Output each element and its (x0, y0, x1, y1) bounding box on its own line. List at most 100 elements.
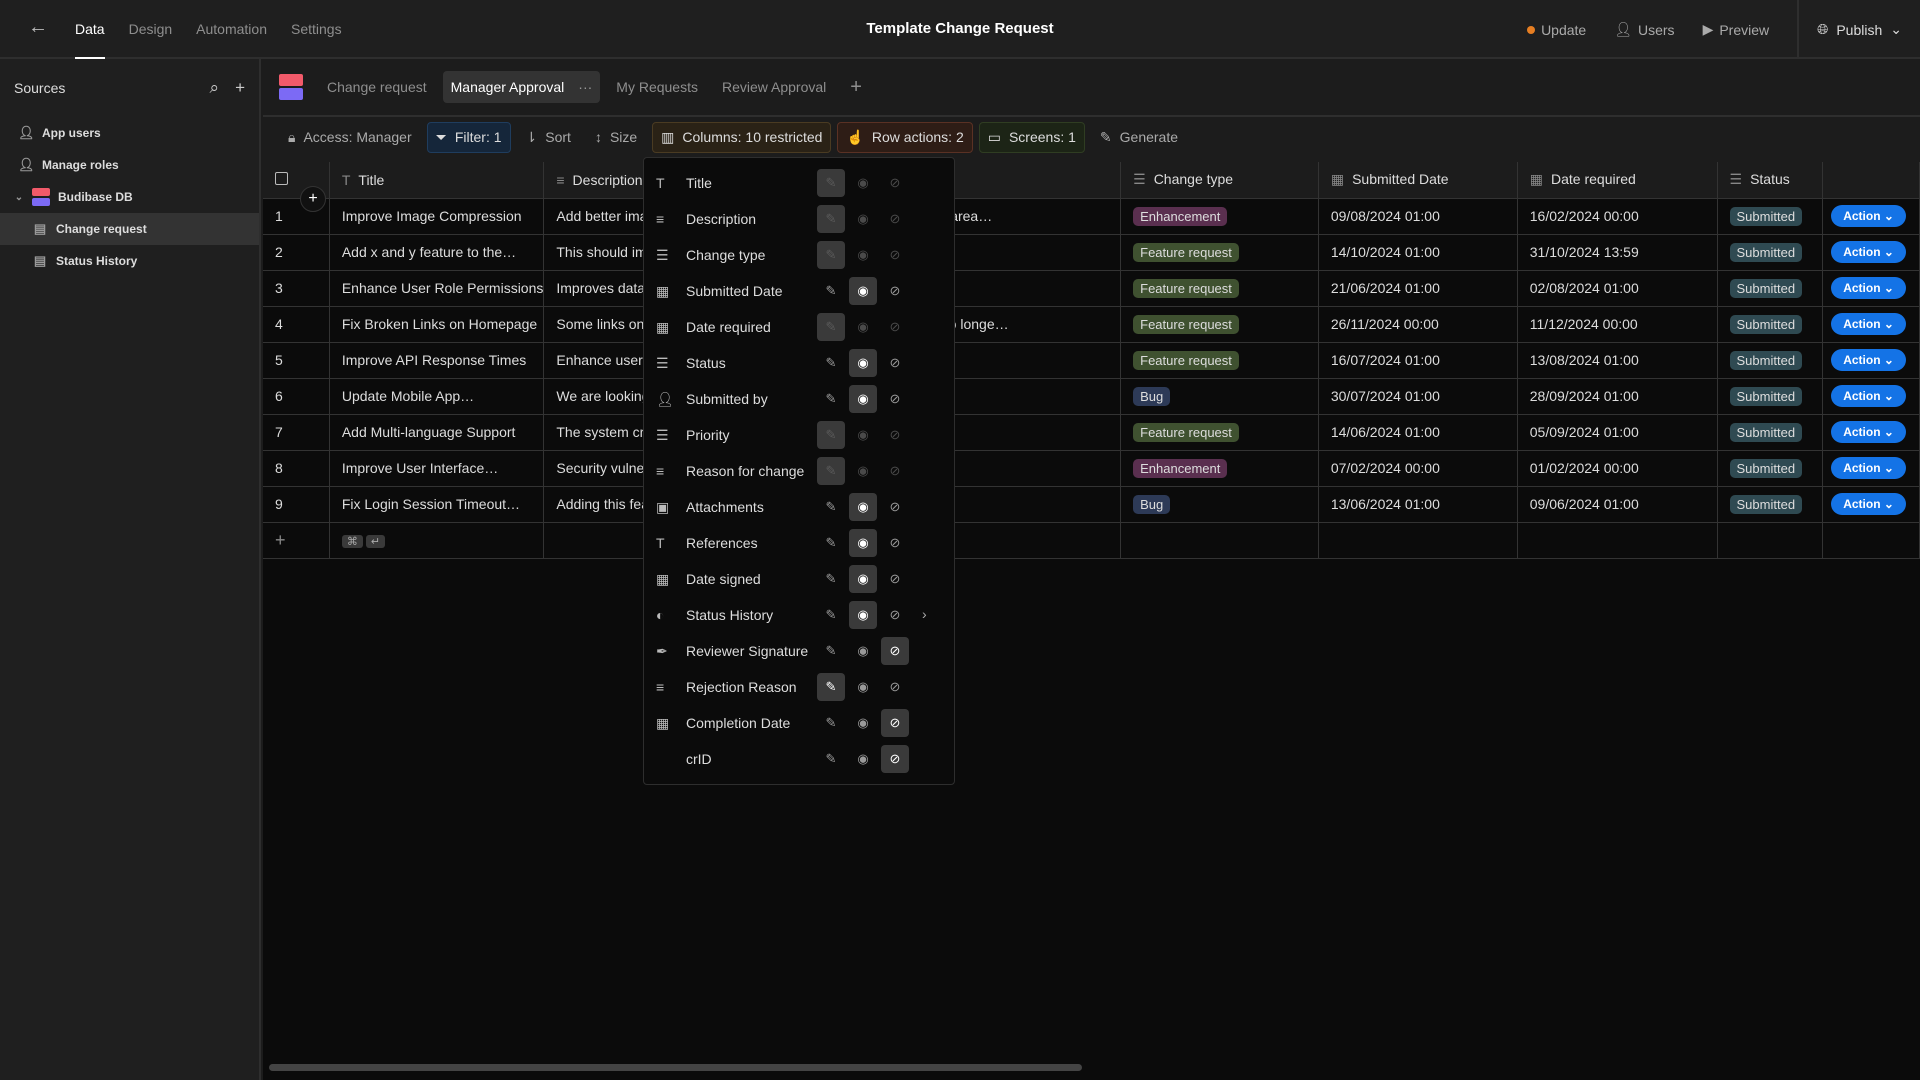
pencil-icon[interactable]: ✎ (817, 241, 845, 269)
cell-submitted-date[interactable]: 07/02/2024 00:00 (1318, 450, 1518, 487)
eye-off-icon[interactable]: ⊘ (881, 349, 909, 377)
eye-icon[interactable]: ◉ (849, 493, 877, 521)
nav-settings[interactable]: Settings (291, 0, 342, 59)
row-actions-button[interactable]: ☝ Row actions: 2 (837, 121, 973, 153)
add-column-button[interactable]: + (300, 186, 326, 212)
pencil-icon[interactable]: ✎ (817, 745, 845, 773)
eye-off-icon[interactable]: ⊘ (881, 241, 909, 269)
cell-change-type[interactable]: Bug (1120, 486, 1319, 523)
cell-title[interactable]: Improve API Response Times (329, 342, 545, 379)
cell-submitted-date[interactable]: 13/06/2024 01:00 (1318, 486, 1518, 523)
cell-submitted-date[interactable]: 14/10/2024 01:00 (1318, 234, 1518, 271)
cell-title[interactable]: Fix Broken Links on Homepage (329, 306, 545, 343)
cell-date-required[interactable]: 01/02/2024 00:00 (1517, 450, 1718, 487)
cell-change-type[interactable]: Feature request (1120, 234, 1319, 271)
sidebar-item-change-request[interactable]: ▤ Change request (0, 213, 259, 245)
column-header-title[interactable]: T Title (329, 162, 545, 199)
cell-change-type[interactable]: Feature request (1120, 306, 1319, 343)
action-button[interactable]: Action ⌄ (1831, 241, 1906, 263)
eye-icon[interactable]: ◉ (849, 565, 877, 593)
cell-title[interactable]: Enhance User Role Permissions (329, 270, 545, 307)
eye-off-icon[interactable]: ⊘ (881, 601, 909, 629)
sidebar-item-app-users[interactable]: 👤︎ App users (0, 117, 259, 149)
cell-submitted-date[interactable]: 16/07/2024 01:00 (1318, 342, 1518, 379)
action-button[interactable]: Action ⌄ (1831, 277, 1906, 299)
action-button[interactable]: Action ⌄ (1831, 313, 1906, 335)
eye-icon[interactable]: ◉ (849, 601, 877, 629)
cell-title[interactable]: Improve User Interface… (329, 450, 545, 487)
more-icon[interactable]: ··· (578, 79, 592, 95)
eye-off-icon[interactable]: ⊘ (881, 745, 909, 773)
eye-icon[interactable]: ◉ (849, 349, 877, 377)
cell-status[interactable]: Submitted (1717, 486, 1824, 523)
horizontal-scrollbar[interactable] (269, 1064, 1082, 1071)
cell-title[interactable]: Add Multi-language Support (329, 414, 545, 451)
action-button[interactable]: Action ⌄ (1831, 205, 1906, 227)
cell-status[interactable]: Submitted (1717, 450, 1824, 487)
eye-icon[interactable]: ◉ (849, 457, 877, 485)
access-button[interactable]: 🔒︎ Access: Manager (279, 122, 421, 153)
cell-change-type[interactable]: Feature request (1120, 414, 1319, 451)
preview-button[interactable]: ▶ Preview (1703, 21, 1770, 38)
generate-button[interactable]: ✎ Generate (1091, 122, 1187, 153)
cell-status[interactable]: Submitted (1717, 414, 1824, 451)
cell-date-required[interactable]: 11/12/2024 00:00 (1517, 306, 1718, 343)
pencil-icon[interactable]: ✎ (817, 277, 845, 305)
back-arrow-icon[interactable]: ← (28, 16, 48, 39)
eye-off-icon[interactable]: ⊘ (881, 673, 909, 701)
table-row[interactable]: 7 Add Multi-language Support The system … (263, 414, 1920, 451)
nav-automation[interactable]: Automation (196, 0, 267, 59)
eye-icon[interactable]: ◉ (849, 313, 877, 341)
table-row[interactable]: 5 Improve API Response Times Enhance use… (263, 342, 1920, 379)
eye-off-icon[interactable]: ⊘ (881, 169, 909, 197)
cell-date-required[interactable]: 05/09/2024 01:00 (1517, 414, 1718, 451)
eye-icon[interactable]: ◉ (849, 421, 877, 449)
pencil-icon[interactable]: ✎ (817, 673, 845, 701)
chevron-down-icon[interactable]: ⌄ (14, 192, 24, 203)
sidebar-item-budibase-db[interactable]: ⌄ Budibase DB (0, 181, 259, 213)
add-view-icon[interactable]: + (842, 68, 870, 107)
tab-manager-approval[interactable]: Manager Approval ··· (442, 71, 601, 103)
cell-title[interactable]: Update Mobile App… (329, 378, 545, 415)
size-button[interactable]: ↕ Size (586, 122, 646, 152)
filter-button[interactable]: ⏷ Filter: 1 (426, 121, 511, 153)
cell-submitted-date[interactable]: 21/06/2024 01:00 (1318, 270, 1518, 307)
eye-off-icon[interactable]: ⊘ (881, 457, 909, 485)
action-button[interactable]: Action ⌄ (1831, 385, 1906, 407)
publish-button[interactable]: 🌐︎ Publish ⌄ (1797, 0, 1920, 59)
column-header-status[interactable]: ☰ Status (1717, 162, 1824, 199)
cell-date-required[interactable]: 13/08/2024 01:00 (1517, 342, 1718, 379)
action-button[interactable]: Action ⌄ (1831, 349, 1906, 371)
table-row[interactable]: 2 Add x and y feature to the… This shoul… (263, 234, 1920, 271)
cell-title[interactable]: Add x and y feature to the… (329, 234, 545, 271)
pencil-icon[interactable]: ✎ (817, 565, 845, 593)
table-row[interactable]: 6 Update Mobile App… We are looking to B… (263, 378, 1920, 415)
users-button[interactable]: 👤︎ Users (1614, 21, 1674, 38)
cell-change-type[interactable]: Bug (1120, 378, 1319, 415)
action-button[interactable]: Action ⌄ (1831, 457, 1906, 479)
sort-button[interactable]: ⇂ Sort (517, 122, 580, 153)
column-header-change-type[interactable]: ☰ Change type (1120, 162, 1319, 199)
eye-icon[interactable]: ◉ (849, 745, 877, 773)
eye-off-icon[interactable]: ⊘ (881, 529, 909, 557)
cell-status[interactable]: Submitted (1717, 378, 1824, 415)
sidebar-item-manage-roles[interactable]: 👤︎ Manage roles (0, 149, 259, 181)
cell-date-required[interactable]: 02/08/2024 01:00 (1517, 270, 1718, 307)
column-header-date-required[interactable]: ▦ Date required (1517, 162, 1718, 199)
nav-data[interactable]: Data (75, 0, 105, 59)
action-button[interactable]: Action ⌄ (1831, 493, 1906, 515)
cell-submitted-date[interactable]: 26/11/2024 00:00 (1318, 306, 1518, 343)
cell-date-required[interactable]: 31/10/2024 13:59 (1517, 234, 1718, 271)
nav-design[interactable]: Design (129, 0, 173, 59)
cell-status[interactable]: Submitted (1717, 306, 1824, 343)
eye-icon[interactable]: ◉ (849, 241, 877, 269)
eye-off-icon[interactable]: ⊘ (881, 565, 909, 593)
eye-icon[interactable]: ◉ (849, 169, 877, 197)
cell-status[interactable]: Submitted (1717, 234, 1824, 271)
cell-change-type[interactable]: Enhancement (1120, 198, 1319, 235)
table-row[interactable]: 1 Improve Image Compression Add better i… (263, 198, 1920, 235)
tab-my-requests[interactable]: My Requests (608, 71, 706, 103)
cell-change-type[interactable]: Enhancement (1120, 450, 1319, 487)
eye-off-icon[interactable]: ⊘ (881, 493, 909, 521)
tab-change-request[interactable]: Change request (319, 71, 435, 103)
